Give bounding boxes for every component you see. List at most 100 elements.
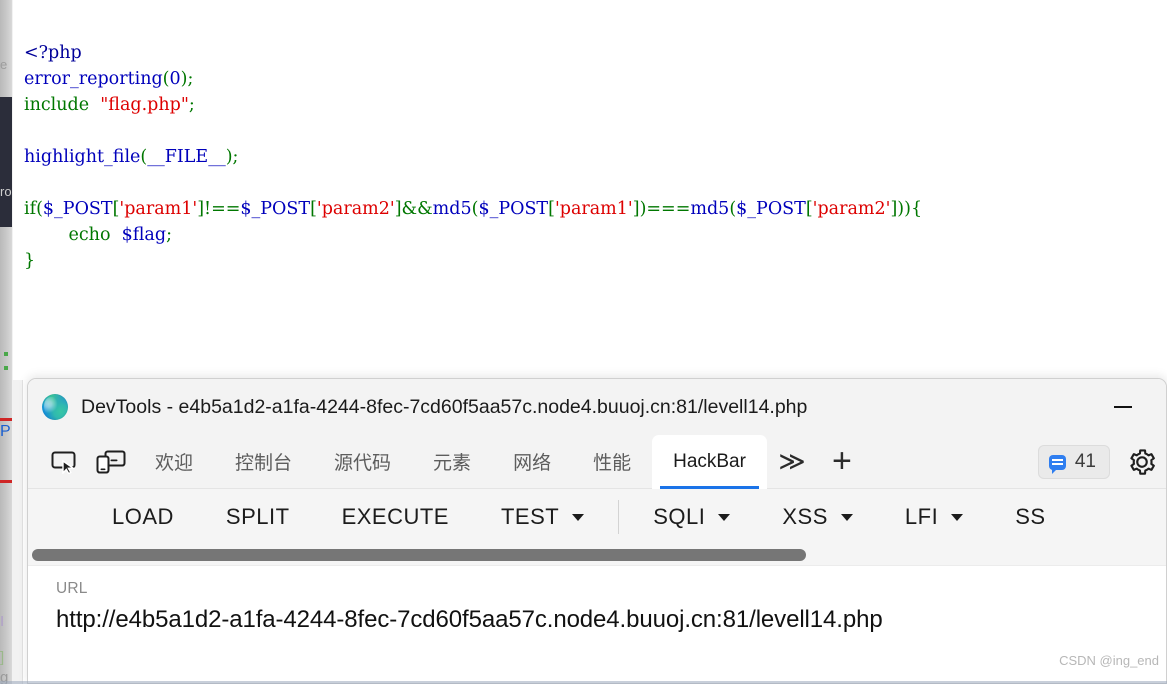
code-token: === bbox=[646, 198, 691, 219]
csdn-watermark: CSDN @ing_end bbox=[1059, 653, 1159, 668]
code-token: ( bbox=[162, 68, 170, 89]
issues-badge[interactable]: 41 bbox=[1037, 445, 1110, 479]
tab-elements[interactable]: 元素 bbox=[412, 435, 492, 489]
gear-icon[interactable] bbox=[1122, 447, 1162, 477]
code-token: if bbox=[24, 198, 37, 219]
code-token: md5 bbox=[432, 198, 472, 219]
chevron-down-icon bbox=[840, 513, 853, 521]
tab-label: 欢迎 bbox=[155, 453, 194, 474]
background-dot bbox=[4, 352, 8, 356]
tab-console[interactable]: 控制台 bbox=[214, 435, 313, 489]
code-token: ; bbox=[188, 94, 195, 115]
chevron-down-icon bbox=[718, 513, 731, 521]
button-label: XSS bbox=[782, 504, 828, 529]
code-token: [ bbox=[548, 198, 555, 219]
hackbar-ssrf-dropdown[interactable]: SS bbox=[989, 504, 1071, 530]
background-red-marker bbox=[0, 480, 12, 483]
code-token: } bbox=[24, 250, 36, 271]
code-token: !== bbox=[204, 198, 241, 219]
background-text-fragment: e bbox=[0, 58, 8, 71]
code-token: error_reporting bbox=[24, 68, 163, 89]
tab-welcome[interactable]: 欢迎 bbox=[134, 435, 214, 489]
code-token: ) bbox=[225, 146, 233, 167]
tab-label: 元素 bbox=[433, 453, 472, 474]
button-label: TEST bbox=[500, 504, 560, 529]
button-label: SQLI bbox=[653, 504, 706, 529]
button-label: LOAD bbox=[112, 504, 174, 529]
button-label: LFI bbox=[904, 504, 939, 529]
code-token: 0 bbox=[169, 68, 181, 89]
tab-hackbar[interactable]: HackBar bbox=[652, 434, 767, 489]
tab-label: 源代码 bbox=[334, 453, 392, 474]
background-red-marker bbox=[0, 418, 12, 421]
background-text-fragment: P bbox=[0, 424, 11, 440]
code-token: include bbox=[24, 94, 90, 115]
code-token: ] bbox=[197, 198, 205, 219]
code-token: echo bbox=[68, 224, 111, 245]
tab-label: 网络 bbox=[513, 453, 552, 474]
tab-label: HackBar bbox=[673, 450, 746, 472]
tab-performance[interactable]: 性能 bbox=[572, 435, 652, 489]
code-token: ( bbox=[36, 198, 43, 219]
hackbar-lfi-dropdown[interactable]: LFI bbox=[879, 504, 989, 530]
code-token: __FILE__ bbox=[147, 146, 226, 167]
chevron-down-icon bbox=[951, 513, 964, 521]
code-token: <?php bbox=[24, 42, 82, 63]
devtools-tabstrip-right: 41 bbox=[1037, 435, 1162, 489]
background-text-fragment: I bbox=[0, 614, 5, 629]
button-label: EXECUTE bbox=[341, 504, 449, 529]
url-label: URL bbox=[56, 580, 88, 597]
code-token: $_POST bbox=[478, 198, 549, 219]
code-token: "flag.php" bbox=[100, 94, 189, 115]
code-token: ) bbox=[904, 198, 911, 219]
code-token: ] bbox=[394, 198, 402, 219]
code-token: ; bbox=[232, 146, 239, 167]
tab-label: 控制台 bbox=[235, 453, 293, 474]
background-dark-panel bbox=[0, 97, 12, 227]
message-bubble-icon bbox=[1048, 454, 1066, 474]
hackbar-split-button[interactable]: SPLIT bbox=[200, 504, 316, 530]
tab-label: 性能 bbox=[593, 453, 632, 474]
code-token: [ bbox=[805, 198, 813, 219]
code-token: { bbox=[910, 198, 923, 219]
edge-logo-icon bbox=[42, 394, 68, 420]
background-text-fragment: ] bbox=[0, 650, 5, 665]
hackbar-toolbar: LOAD SPLIT EXECUTE TEST SQLI XSS LFI SS bbox=[28, 489, 1166, 545]
code-token: ; bbox=[187, 68, 194, 89]
window-title: DevTools - e4b5a1d2-a1fa-4244-8fec-7cd60… bbox=[81, 395, 808, 418]
hackbar-horizontal-scrollbar[interactable] bbox=[28, 545, 1166, 566]
inspect-element-icon[interactable] bbox=[42, 441, 88, 483]
tab-sources[interactable]: 源代码 bbox=[313, 435, 412, 489]
code-token: $flag bbox=[121, 224, 167, 245]
code-token: md5 bbox=[690, 198, 730, 219]
code-token: $_POST bbox=[240, 198, 311, 219]
screen-root: e ro P I ] g <?php error_reporting(0); i… bbox=[0, 0, 1167, 684]
code-token: 'param2' bbox=[812, 198, 891, 219]
hackbar-sqli-dropdown[interactable]: SQLI bbox=[627, 504, 756, 530]
background-dot bbox=[4, 366, 8, 370]
devtools-titlebar: DevTools - e4b5a1d2-a1fa-4244-8fec-7cd60… bbox=[28, 379, 1166, 435]
device-toolbar-icon[interactable] bbox=[88, 441, 134, 483]
add-tab-button[interactable]: + bbox=[817, 437, 867, 487]
hackbar-body: URL http://e4b5a1d2-a1fa-4244-8fec-7cd60… bbox=[28, 566, 1166, 683]
code-token: highlight_file bbox=[24, 146, 141, 167]
more-tabs-icon[interactable]: ≫ bbox=[767, 437, 817, 487]
hackbar-load-button[interactable]: LOAD bbox=[86, 504, 200, 530]
code-token: 'param1' bbox=[119, 198, 198, 219]
url-input[interactable]: http://e4b5a1d2-a1fa-4244-8fec-7cd60f5aa… bbox=[56, 606, 1166, 634]
tab-network[interactable]: 网络 bbox=[492, 435, 572, 489]
php-code-block: <?php error_reporting(0); include "flag.… bbox=[24, 40, 922, 274]
hackbar-test-dropdown[interactable]: TEST bbox=[475, 504, 610, 530]
code-token: $_POST bbox=[736, 198, 806, 219]
code-token: 'param2' bbox=[316, 198, 395, 219]
devtools-window: DevTools - e4b5a1d2-a1fa-4244-8fec-7cd60… bbox=[27, 378, 1167, 684]
minimize-button[interactable] bbox=[1100, 379, 1146, 435]
hackbar-xss-dropdown[interactable]: XSS bbox=[756, 504, 879, 530]
scrollbar-thumb[interactable] bbox=[32, 549, 806, 561]
hackbar-execute-button[interactable]: EXECUTE bbox=[316, 504, 475, 530]
code-token: $_POST bbox=[42, 198, 113, 219]
code-token: ] bbox=[632, 198, 640, 219]
